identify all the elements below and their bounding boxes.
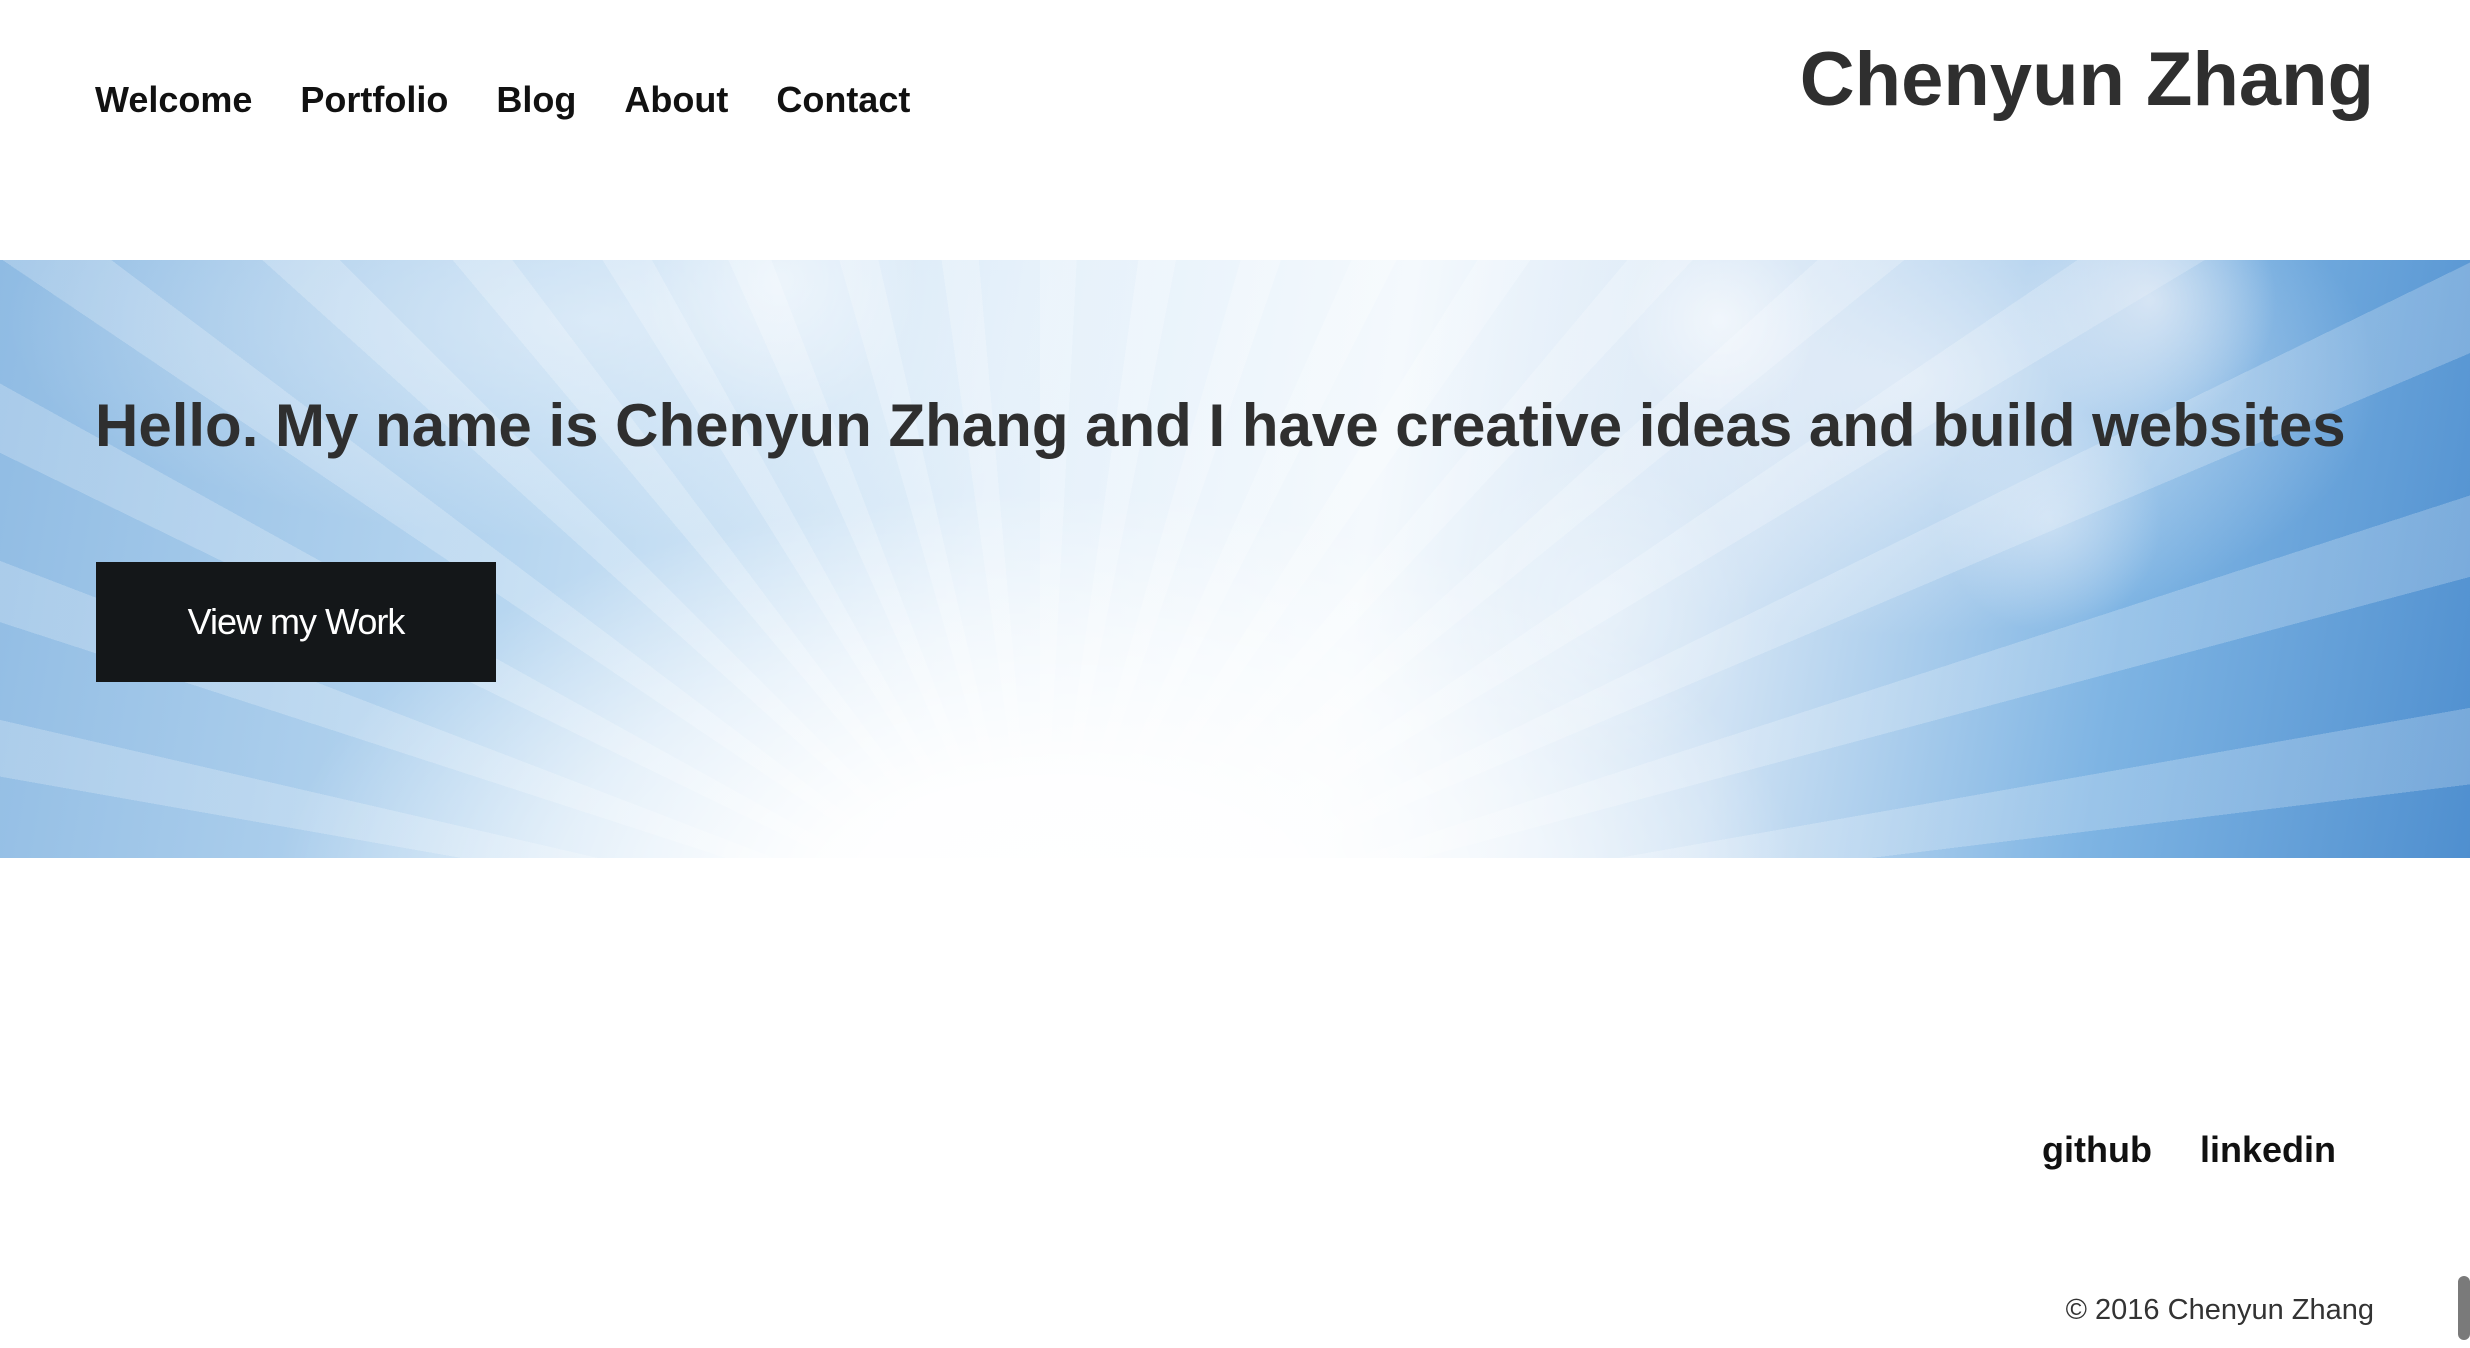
main-nav: Welcome Portfolio Blog About Contact: [95, 70, 958, 130]
linkedin-link[interactable]: linkedin: [2200, 1122, 2336, 1178]
hero-banner: Hello. My name is Chenyun Zhang and I ha…: [0, 260, 2470, 858]
hero-clouds-decoration: [0, 260, 2470, 858]
view-my-work-button[interactable]: View my Work: [96, 562, 496, 682]
nav-link-about[interactable]: About: [624, 70, 728, 130]
site-header: Welcome Portfolio Blog About Contact Che…: [0, 0, 2470, 260]
hero-sky-background: [0, 260, 2470, 858]
nav-link-welcome[interactable]: Welcome: [95, 70, 252, 130]
scrollbar-thumb[interactable]: [2458, 1276, 2470, 1340]
copyright-text: © 2016 Chenyun Zhang: [2065, 1294, 2374, 1326]
social-links: github linkedin: [1994, 1122, 2336, 1178]
github-link[interactable]: github: [2042, 1122, 2152, 1178]
nav-link-portfolio[interactable]: Portfolio: [300, 70, 448, 130]
nav-link-contact[interactable]: Contact: [776, 70, 910, 130]
hero-headline: Hello. My name is Chenyun Zhang and I ha…: [95, 392, 2346, 459]
nav-link-blog[interactable]: Blog: [496, 70, 576, 130]
site-title: Chenyun Zhang: [1799, 37, 2374, 122]
